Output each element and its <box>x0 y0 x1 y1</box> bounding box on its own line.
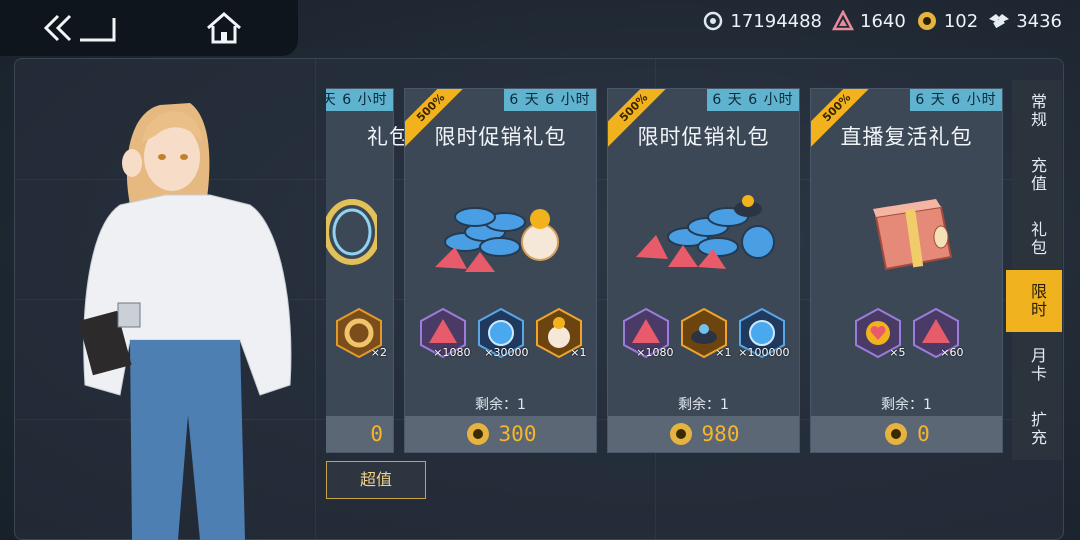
buy-button[interactable]: 300 <box>405 416 596 452</box>
card-price: 300 <box>498 422 537 446</box>
card-items: ×2 <box>326 307 393 359</box>
card-price: 980 <box>701 422 740 446</box>
remaining-count: 剩余：1 <box>678 397 729 413</box>
item-slot[interactable]: ×60 <box>910 307 964 359</box>
package-card[interactable]: 500% 6 天 6 小时 直播复活礼包 ×5 ×60 剩余：1 0 <box>810 88 1003 453</box>
currency-value: 3436 <box>1016 10 1062 32</box>
card-timer: 6 天 6 小时 <box>504 89 596 111</box>
tab-packages[interactable]: 礼包 <box>1012 208 1062 270</box>
home-icon <box>207 12 241 44</box>
card-title: 直播复活礼包 <box>840 125 973 149</box>
currency-bar: 17194488 1640 102 3436 <box>702 8 1062 34</box>
card-timer: 6 天 6 小时 <box>707 89 799 111</box>
item-slot[interactable]: ×1 <box>533 307 587 359</box>
currency-crystals: 1640 <box>832 10 906 32</box>
back-arrow-icon <box>43 14 116 42</box>
card-timer: 6 天 6 小时 <box>326 89 393 111</box>
card-items: ×5 ×60 <box>811 307 1002 359</box>
item-slot[interactable]: ×1 <box>678 307 732 359</box>
item-quantity: ×5 <box>889 346 906 359</box>
package-card[interactable]: 500% 6 天 6 小时 限时促销礼包 ×1080 <box>607 88 800 453</box>
item-slot[interactable]: ×5 <box>852 307 906 359</box>
back-button[interactable] <box>36 8 126 48</box>
triangle-crystal-icon <box>832 10 855 31</box>
item-quantity: ×1080 <box>433 346 471 359</box>
tab-expand[interactable]: 扩充 <box>1012 398 1062 460</box>
item-slot[interactable]: ×1080 <box>620 307 674 359</box>
gear-token-icon <box>669 423 692 445</box>
package-carousel[interactable]: 6 天 6 小时 礼包 ×2 0 500% 6 天 6 小时 限时促销礼包 <box>326 88 1006 453</box>
category-sidebar: 常规 充值 礼包 限时 月卡 扩充 <box>1006 80 1062 460</box>
gear-token-icon <box>466 423 489 445</box>
card-items: ×1080 ×30000 ×1 <box>405 307 596 359</box>
gear-token-icon <box>885 423 908 445</box>
item-slot[interactable]: ×2 <box>333 307 387 359</box>
tab-regular[interactable]: 常规 <box>1012 80 1062 142</box>
item-quantity: ×1 <box>570 346 587 359</box>
card-art <box>873 199 953 271</box>
card-title: 限时促销礼包 <box>434 125 567 149</box>
package-card[interactable]: 500% 6 天 6 小时 限时促销礼包 ×1080 <box>404 88 597 453</box>
card-price: 0 <box>917 422 930 446</box>
remaining-count: 剩余：1 <box>475 397 526 413</box>
gear-token-icon <box>917 12 936 30</box>
buy-button[interactable]: 0 <box>811 416 1002 452</box>
buy-button[interactable]: 0 <box>326 416 393 452</box>
tab-monthly-card[interactable]: 月卡 <box>1012 334 1062 396</box>
card-title: 限时促销礼包 <box>637 125 770 149</box>
item-slot[interactable]: ×1080 <box>417 307 471 359</box>
handshake-icon <box>989 14 1010 29</box>
package-card[interactable]: 6 天 6 小时 礼包 ×2 0 <box>326 88 410 453</box>
super-value-tab[interactable]: 超值 <box>326 461 426 499</box>
tab-recharge[interactable]: 充值 <box>1012 144 1062 206</box>
currency-coins: 17194488 <box>702 10 822 32</box>
currency-value: 17194488 <box>730 10 823 32</box>
card-timer: 6 天 6 小时 <box>910 89 1002 111</box>
home-button[interactable] <box>202 8 246 48</box>
item-slot[interactable]: ×100000 <box>736 307 790 359</box>
item-quantity: ×30000 <box>484 346 529 359</box>
tab-limited[interactable]: 限时 <box>1006 270 1062 332</box>
item-slot[interactable]: ×30000 <box>475 307 529 359</box>
card-price: 0 <box>370 422 383 446</box>
item-quantity: ×1 <box>715 346 732 359</box>
item-quantity: ×100000 <box>738 346 790 359</box>
item-quantity: ×2 <box>370 346 387 359</box>
top-nav <box>0 0 298 56</box>
item-quantity: ×1080 <box>636 346 674 359</box>
card-art <box>435 207 559 272</box>
remaining-count: 剩余：1 <box>881 397 932 413</box>
currency-handshake: 3436 <box>988 10 1062 32</box>
currency-value: 1640 <box>860 10 906 32</box>
currency-gear-token: 102 <box>916 10 978 32</box>
item-quantity: ×60 <box>940 346 964 359</box>
card-items: ×1080 ×1 ×100000 <box>608 307 799 359</box>
buy-button[interactable]: 980 <box>608 416 799 452</box>
card-art <box>326 199 377 265</box>
currency-value: 102 <box>943 10 979 32</box>
card-art <box>636 195 775 269</box>
character-illustration <box>78 103 292 540</box>
eye-coin-icon <box>704 11 723 31</box>
